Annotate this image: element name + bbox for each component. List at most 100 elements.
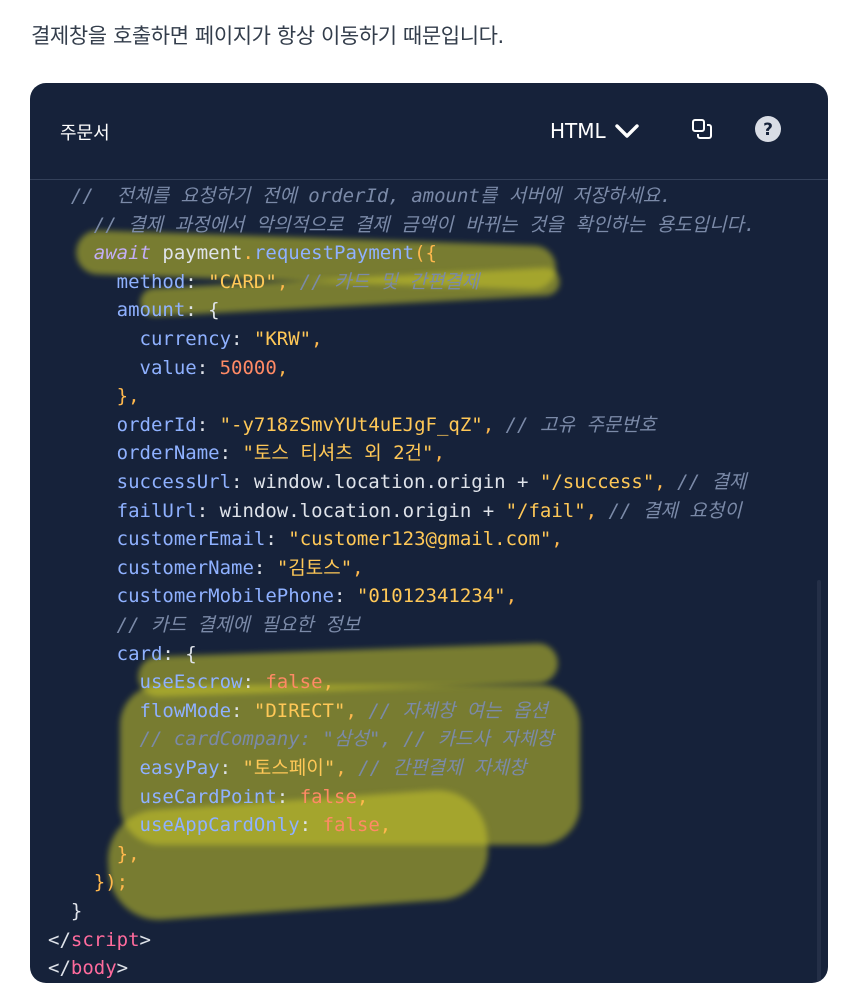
language-select[interactable]: HTML: [550, 119, 640, 143]
code-token: // 카드 및 간편결제: [288, 270, 480, 293]
code-token: </: [48, 957, 71, 980]
code-token: successUrl: [116, 471, 232, 493]
code-token: orderName: [116, 442, 220, 465]
code-token: ,: [551, 528, 563, 551]
help-button[interactable]: ?: [754, 115, 782, 147]
code-token: </: [48, 928, 71, 951]
code-line: </body>: [48, 954, 128, 982]
code-token: // 간편결제 자체창: [346, 757, 527, 779]
code-token: easyPay: [139, 757, 220, 779]
code-line: orderName: "토스 티셔츠 외 2건",: [48, 439, 445, 467]
code-line: // 결제 과정에서 악의적으로 결제 금액이 바뀌는 것을 확인하는 용도입니…: [48, 211, 756, 239]
code-token: useAppCardOnly: [139, 814, 300, 837]
code-token: body: [70, 957, 117, 980]
code-token: amount: [116, 299, 186, 322]
code-token: failUrl: [116, 499, 197, 522]
code-line: customerName: "김토스",: [48, 554, 364, 582]
code-line: },: [48, 840, 140, 868]
code-line: easyPay: "토스페이", // 간편결제 자체창: [48, 754, 527, 782]
vertical-scrollbar[interactable]: [817, 580, 821, 983]
code-token: ,: [345, 699, 357, 722]
code-token: await: [93, 242, 151, 265]
code-token: "토스페이": [242, 757, 336, 779]
code-token: },: [116, 385, 140, 408]
code-token: useEscrow: [139, 671, 243, 694]
code-token: "CARD": [208, 270, 277, 293]
code-line: flowMode: "DIRECT", // 자체창 여는 옵션: [48, 697, 548, 725]
code-token: ,: [322, 671, 335, 694]
code-token: :: [196, 413, 220, 436]
code-token: "DIRECT": [253, 699, 346, 722]
code-line: customerEmail: "customer123@gmail.com",: [48, 525, 563, 553]
code-line: // cardCompany: "삼성", // 카드사 자체창: [48, 725, 554, 753]
code-token: :: [242, 671, 266, 694]
code-token: // 결제 요청이: [597, 499, 754, 522]
code-token: },: [116, 842, 140, 865]
code-token: false: [265, 671, 323, 694]
code-token: "김토스": [276, 556, 353, 579]
code-line: failUrl: window.location.origin + "/fail…: [48, 497, 753, 525]
code-token: script: [70, 928, 140, 951]
code-token: orderId: [116, 413, 197, 436]
code-token: ,: [482, 413, 495, 436]
code-token: false: [322, 814, 380, 837]
code-token: ,: [352, 556, 364, 579]
copy-button[interactable]: [688, 117, 716, 145]
code-token: ,: [379, 814, 392, 837]
code-token: }: [48, 900, 83, 922]
code-token: });: [93, 871, 129, 894]
code-token: value: [139, 356, 197, 379]
intro-text: 결제창을 호출하면 페이지가 항상 이동하기 때문입니다.: [31, 24, 504, 48]
code-block: 주문서 HTML ? // 전체를 요청하기 전에 orderId, amoun…: [30, 83, 828, 983]
code-line: </script>: [48, 926, 151, 954]
code-line: method: "CARD", // 카드 및 간편결제: [48, 268, 480, 296]
code-token: payment: [150, 242, 243, 265]
code-token: ,: [335, 757, 347, 779]
help-icon: ?: [754, 115, 782, 147]
code-token: ,: [311, 328, 323, 350]
code-line: }: [48, 897, 82, 925]
code-token: "/success": [539, 471, 655, 493]
language-label: HTML: [550, 119, 606, 143]
code-token: "KRW": [253, 328, 312, 350]
code-token: "-y718zSmvYUt4uEJgF_qZ": [219, 413, 483, 436]
code-token: // cardCompany: "삼성", // 카드사 자체창: [139, 728, 554, 751]
code-token: // 결제 과정에서 악의적으로 결제 금액이 바뀌는 것을 확인하는 용도입니…: [48, 213, 756, 236]
code-token: ,: [276, 356, 289, 379]
code-token: ,: [356, 785, 369, 808]
code-token: :: [231, 328, 254, 350]
code-token: : {: [162, 642, 197, 665]
code-line: useEscrow: false,: [48, 668, 335, 696]
code-line: });: [48, 868, 128, 896]
code-token: customerEmail: [116, 528, 266, 551]
code-token: ({: [414, 242, 437, 265]
code-token: >: [116, 957, 129, 980]
code-line: await payment.requestPayment({: [48, 239, 437, 267]
code-token: :: [185, 270, 209, 293]
copy-icon: [690, 117, 714, 145]
code-token: :: [299, 814, 323, 837]
code-line: customerMobilePhone: "01012341234",: [48, 582, 517, 610]
code-token: :: [276, 785, 300, 808]
code-token: :: [196, 356, 220, 379]
chevron-down-icon: [614, 122, 640, 140]
code-token: ,: [585, 499, 598, 522]
code-token: false: [299, 785, 357, 808]
code-token: // 전체를 요청하기 전에 orderId, amount를 서버에 저장하세…: [48, 185, 672, 207]
code-token: flowMode: [139, 699, 232, 722]
